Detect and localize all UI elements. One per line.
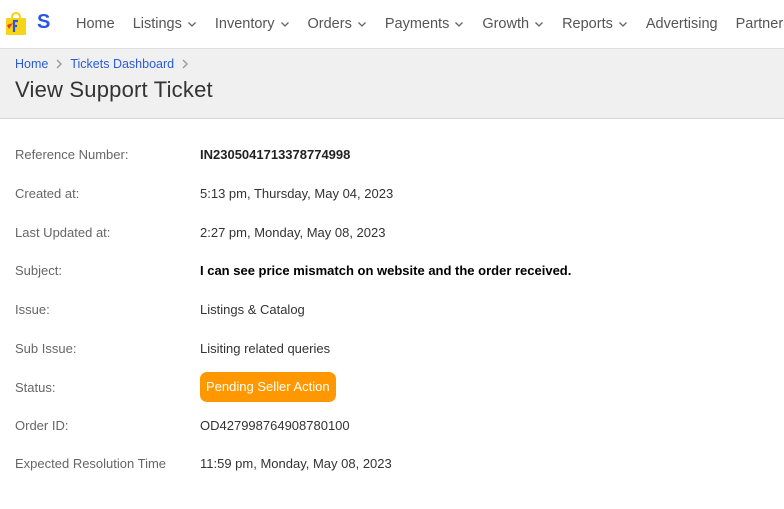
chevron-right-icon	[182, 59, 189, 69]
ticket-field-value: 2:27 pm, Monday, May 08, 2023	[200, 224, 386, 240]
ticket-field-label: Status:	[15, 379, 56, 395]
brand-logo-letter[interactable]: S	[37, 11, 50, 34]
ticket-field-label: Issue:	[15, 301, 50, 317]
nav-item-label: Home	[76, 16, 115, 32]
breadcrumb-home-link[interactable]: Home	[15, 57, 48, 71]
nav-item-inventory[interactable]: Inventory	[215, 16, 290, 32]
nav-item-label: Growth	[482, 16, 530, 32]
nav-item-label: Partner	[735, 16, 784, 32]
top-navigation-bar: S Home Listings Inventory Orders Payments Gro…	[0, 0, 784, 49]
ticket-field-label: Reference Number:	[15, 146, 129, 162]
chevron-down-icon	[618, 22, 627, 27]
ticket-field-value: OD427998764908780100	[200, 417, 350, 433]
nav-item-label: Orders	[307, 16, 352, 32]
ticket-field-label: Sub Issue:	[15, 340, 77, 356]
ticket-field-row: Sub Issue: Lisiting related queries	[0, 336, 784, 360]
ticket-field-row: Last Updated at: 2:27 pm, Monday, May 08,…	[0, 220, 784, 244]
breadcrumb: Home Tickets Dashboard	[15, 57, 196, 71]
ticket-field-value: Lisiting related queries	[200, 340, 331, 356]
ticket-field-label: Expected Resolution Time	[15, 455, 167, 471]
chevron-down-icon	[280, 22, 289, 27]
ticket-field-row: Order ID: OD427998764908780100	[0, 413, 784, 437]
ticket-field-value: I can see price mismatch on website and …	[200, 262, 572, 278]
ticket-field-row: Expected Resolution Time 11:59 pm, Monday…	[0, 451, 784, 475]
chevron-down-icon	[535, 22, 544, 27]
ticket-field-label: Subject:	[15, 262, 62, 278]
ticket-field-value: 11:59 pm, Monday, May 08, 2023	[200, 455, 392, 471]
nav-item-advertising[interactable]: Advertising	[646, 16, 718, 32]
ticket-field-value: Listings & Catalog	[200, 301, 305, 317]
nav-item-orders[interactable]: Orders	[308, 16, 367, 32]
chevron-right-icon	[56, 59, 63, 69]
ticket-field-row: Reference Number: IN2305041713378774998	[0, 142, 784, 166]
status-badge: Pending Seller Action	[200, 372, 336, 402]
breadcrumb-tickets-dashboard-link[interactable]: Tickets Dashboard	[70, 57, 174, 71]
nav-item-payments[interactable]: Payments	[385, 16, 464, 32]
chevron-down-icon	[455, 22, 464, 27]
nav-item-label: Payments	[384, 16, 450, 32]
nav-item-growth[interactable]: Growth	[482, 16, 544, 32]
nav-item-listings[interactable]: Listings	[133, 16, 197, 32]
page-title: View Support Ticket	[15, 77, 213, 102]
brand-logo-icon[interactable]	[5, 12, 29, 36]
ticket-field-label: Created at:	[15, 185, 80, 201]
ticket-field-value: 5:13 pm, Thursday, May 04, 2023	[200, 185, 394, 201]
ticket-field-row: Issue: Listings & Catalog	[0, 297, 784, 321]
nav-item-label: Inventory	[214, 16, 275, 32]
nav-item-partner[interactable]: Partner	[736, 16, 784, 32]
nav-item-label: Listings	[132, 16, 182, 32]
chevron-down-icon	[187, 22, 196, 27]
page-header: Home Tickets Dashboard View Support Tick…	[0, 49, 784, 119]
nav-item-home[interactable]: Home	[76, 16, 115, 32]
nav-item-label: Advertising	[645, 16, 718, 32]
ticket-field-row: Created at: 5:13 pm, Thursday, May 04, 20…	[0, 181, 784, 205]
nav-item-reports[interactable]: Reports	[562, 16, 628, 32]
ticket-field-label: Order ID:	[15, 417, 69, 433]
chevron-down-icon	[357, 22, 366, 27]
nav-menu: Home Listings Inventory Orders Payments Growt…	[76, 0, 784, 48]
nav-item-label: Reports	[562, 16, 613, 32]
ticket-field-value: IN2305041713378774998	[200, 146, 351, 162]
ticket-field-label: Last Updated at:	[15, 224, 111, 240]
ticket-field-row: Subject: I can see price mismatch on webs…	[0, 258, 784, 282]
ticket-field-row: Status: Pending Seller Action	[0, 372, 784, 402]
